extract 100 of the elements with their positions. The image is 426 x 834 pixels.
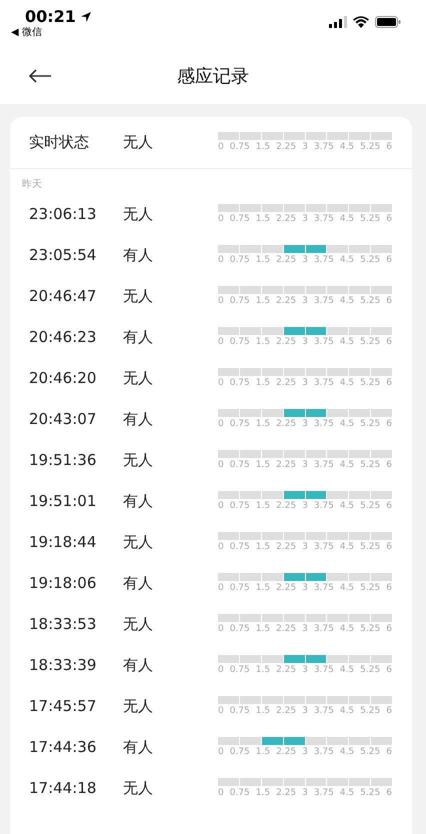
scale-label: 3: [302, 624, 308, 635]
scale-label: 1.5: [256, 142, 270, 153]
record-time: 20:46:47: [29, 286, 98, 308]
wifi-icon: [353, 16, 369, 28]
scale-label: 0.75: [230, 378, 250, 389]
scale-label: 3.75: [314, 378, 334, 389]
scale-label: 0: [218, 665, 224, 676]
record-time: 20:43:07: [29, 409, 98, 430]
scale-label: 3.75: [314, 747, 334, 758]
scale-label: 0: [218, 788, 224, 799]
scale-label: 6: [386, 378, 392, 389]
record-time: 18:33:39: [29, 655, 98, 676]
battery-icon: [375, 16, 401, 28]
scale-label: 0.75: [230, 542, 250, 553]
record-time: 19:18:44: [29, 532, 98, 554]
scale-label: 2.25: [276, 142, 296, 153]
scale-label: 0.75: [230, 142, 250, 153]
scale-label: 0: [218, 747, 224, 758]
scale-label: 0.75: [230, 788, 250, 799]
scale-label: 4.5: [340, 296, 354, 307]
scale-label: 4.5: [340, 419, 354, 430]
presence-status: 有人: [123, 327, 153, 348]
scale-label: 3: [302, 378, 308, 389]
scale-label: 6: [386, 214, 392, 225]
scale-label: 2.25: [276, 583, 296, 594]
record-time: 18:33:53: [29, 614, 98, 636]
scale-label: 3: [302, 583, 308, 594]
scale-label: 6: [386, 255, 392, 266]
scale-label: 0.75: [230, 747, 250, 758]
scale-label: 5.25: [360, 460, 380, 471]
scale-label: 0: [218, 542, 224, 553]
scale-label: 2.25: [276, 624, 296, 635]
scale-label: 6: [386, 542, 392, 553]
scale-label: 6: [386, 296, 392, 307]
record-time: 17:44:18: [29, 778, 98, 800]
scale-label: 4.5: [340, 337, 354, 348]
scale-label: 4.5: [340, 460, 354, 471]
record-time: 23:06:13: [29, 204, 98, 226]
scale-label: 3: [302, 419, 308, 430]
scale-label: 3.75: [314, 665, 334, 676]
realtime-label: 实时状态: [29, 132, 90, 154]
scale-label: 0.75: [230, 460, 250, 471]
presence-status: 无人: [123, 368, 153, 390]
record-time: 23:05:54: [29, 245, 98, 266]
scale-label: 5.25: [360, 142, 380, 153]
scale-label: 4.5: [340, 255, 354, 266]
scale-label: 3.75: [314, 706, 334, 717]
scale-label: 3: [302, 460, 308, 471]
scale-label: 3.75: [314, 460, 334, 471]
scale-label: 5.25: [360, 542, 380, 553]
scale-label: 1.5: [256, 378, 270, 389]
page-title: 感应记录: [177, 64, 249, 88]
scale-label: 4.5: [340, 542, 354, 553]
scale-label: 3: [302, 337, 308, 348]
scale-label: 3: [302, 665, 308, 676]
scale-label: 3: [302, 747, 308, 758]
presence-status: 无人: [123, 696, 153, 718]
scale-label: 0.75: [230, 501, 250, 512]
scale-label: 6: [386, 788, 392, 799]
scale-label: 0: [218, 460, 224, 471]
scale-label: 0.75: [230, 706, 250, 717]
back-to-app-link[interactable]: ◀ 微信: [11, 26, 92, 40]
scale-label: 3.75: [314, 214, 334, 225]
scale-label: 1.5: [256, 665, 270, 676]
record-time: 20:46:23: [29, 327, 98, 348]
presence-status: 有人: [123, 245, 153, 266]
scale-label: 4.5: [340, 583, 354, 594]
section-label: 昨天: [21, 178, 42, 192]
presence-status: 有人: [123, 573, 153, 594]
scale-label: 6: [386, 706, 392, 717]
scale-label: 6: [386, 624, 392, 635]
scale-label: 3.75: [314, 624, 334, 635]
scale-label: 5.25: [360, 583, 380, 594]
scale-label: 0.75: [230, 337, 250, 348]
record-time: 17:44:36: [29, 737, 98, 758]
scale-label: 1.5: [256, 337, 270, 348]
scale-label: 0: [218, 419, 224, 430]
presence-status: 有人: [123, 491, 153, 512]
location-arrow-icon: [80, 11, 92, 23]
scale-label: 0: [218, 378, 224, 389]
presence-status: 无人: [123, 614, 153, 636]
scale-label: 5.25: [360, 747, 380, 758]
scale-label: 4.5: [340, 378, 354, 389]
scale-label: 3: [302, 296, 308, 307]
record-time: 19:18:06: [29, 573, 98, 594]
scale-label: 3.75: [314, 501, 334, 512]
presence-status: 无人: [123, 778, 153, 800]
scale-label: 6: [386, 337, 392, 348]
scale-label: 4.5: [340, 747, 354, 758]
scale-label: 2.25: [276, 747, 296, 758]
scale-label: 4.5: [340, 706, 354, 717]
scale-label: 1.5: [256, 747, 270, 758]
scale-label: 4.5: [340, 665, 354, 676]
scale-label: 2.25: [276, 706, 296, 717]
record-time: 20:46:20: [29, 368, 98, 390]
scale-label: 0: [218, 501, 224, 512]
scale-label: 3: [302, 542, 308, 553]
presence-status: 无人: [123, 532, 153, 554]
scale-label: 3: [302, 142, 308, 153]
scale-label: 2.25: [276, 542, 296, 553]
